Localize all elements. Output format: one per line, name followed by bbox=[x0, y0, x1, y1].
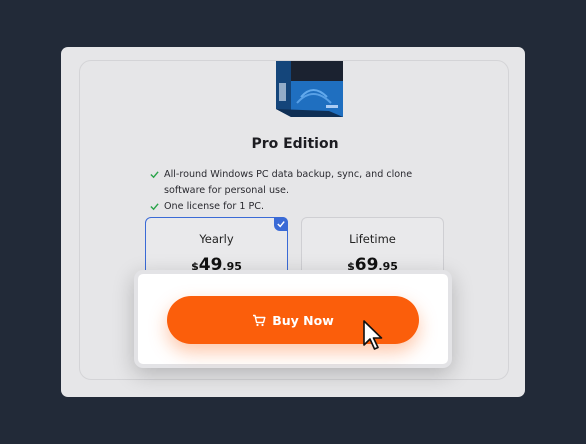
checkmark-icon bbox=[277, 221, 285, 228]
feature-item: One license for 1 PC. bbox=[150, 199, 420, 215]
mouse-pointer-icon bbox=[363, 320, 383, 350]
cart-icon bbox=[253, 314, 266, 326]
edition-title: Pro Edition bbox=[251, 136, 339, 152]
feature-list: All-round Windows PC data backup, sync, … bbox=[150, 167, 420, 215]
product-box-image bbox=[273, 61, 349, 124]
feature-text: All-round Windows PC data backup, sync, … bbox=[164, 169, 413, 196]
checkmark-icon bbox=[150, 203, 159, 211]
plan-name: Lifetime bbox=[349, 232, 396, 246]
buy-popup: Buy Now bbox=[134, 270, 452, 368]
selected-check-badge bbox=[274, 217, 288, 231]
feature-item: All-round Windows PC data backup, sync, … bbox=[150, 167, 420, 199]
plan-name: Yearly bbox=[199, 232, 234, 246]
feature-text: One license for 1 PC. bbox=[164, 201, 265, 212]
checkmark-icon bbox=[150, 171, 159, 179]
buy-now-label: Buy Now bbox=[272, 312, 334, 328]
